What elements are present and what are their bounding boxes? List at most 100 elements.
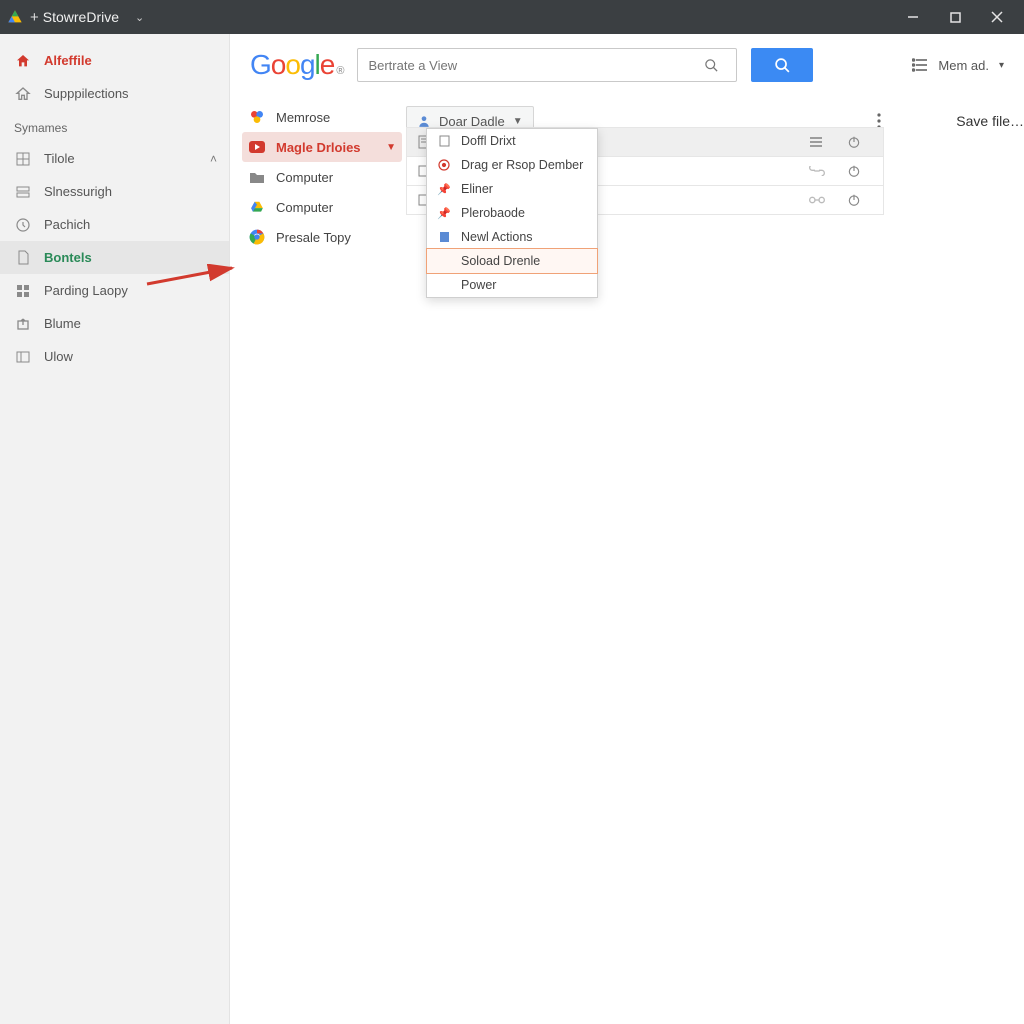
sidebar-item-label: Supppilections [44, 86, 129, 101]
drive-item-magle-drloies[interactable]: Magle Drloies ▼ [242, 132, 402, 162]
sidebar-item-label: Ulow [44, 349, 73, 364]
sidebar-item-label: Tilole [44, 151, 75, 166]
account-dropdown-icon[interactable]: ▾ [999, 60, 1004, 71]
logo-trademark: ® [336, 65, 343, 77]
home-icon [14, 52, 32, 70]
drive-item-label: Magle Drloies [276, 140, 361, 155]
menu-item[interactable]: Drag er Rsop Dember [427, 153, 597, 177]
sidebar-item-label: Blume [44, 316, 81, 331]
content-area: Google® Mem ad. ▾ Memrose Ma [230, 34, 1024, 1024]
export-icon [14, 315, 32, 333]
header: Google® Mem ad. ▾ [230, 34, 1024, 88]
drive-tree: Memrose Magle Drloies ▼ Computer Compute… [242, 102, 402, 252]
power-icon[interactable] [847, 135, 873, 149]
folder-icon [248, 168, 266, 186]
youtube-icon [248, 138, 266, 156]
menu-item-highlighted[interactable]: Soload Drenle [426, 248, 598, 274]
person-icon [417, 114, 431, 128]
menu-item-label: Soload Drenle [461, 254, 540, 268]
target-icon [437, 158, 451, 172]
drive-item-presale-topy[interactable]: Presale Topy [242, 222, 402, 252]
drive-item-computer-1[interactable]: Computer [242, 162, 402, 192]
window-close-button[interactable] [976, 0, 1018, 34]
menu-item[interactable]: 📌 Eliner [427, 177, 597, 201]
caret-down-icon: ▼ [386, 142, 396, 153]
menu-item[interactable]: Power [427, 273, 597, 297]
sidebar-section-label: Symames [14, 121, 67, 135]
menu-item-label: Newl Actions [461, 230, 533, 244]
search-button[interactable] [751, 48, 813, 82]
page-icon [437, 134, 451, 148]
squares-icon [14, 282, 32, 300]
sidebar-item-suppilections[interactable]: Supppilections [0, 77, 229, 110]
window-maximize-button[interactable] [934, 0, 976, 34]
chevron-up-icon: ˄ [210, 152, 217, 166]
drive-item-label: Computer [276, 200, 333, 215]
list-view-icon[interactable] [912, 58, 928, 72]
new-tab-plus-icon[interactable]: + [30, 9, 39, 26]
drive-item-label: Memrose [276, 110, 330, 125]
caret-down-icon: ▼ [513, 116, 523, 127]
window-titlebar: + StowreDrive ⌄ [0, 0, 1024, 34]
menu-item-label: Drag er Rsop Dember [461, 158, 583, 172]
clock-icon [14, 216, 32, 234]
menu-item[interactable]: 📌 Plerobaode [427, 201, 597, 225]
menu-item-label: Power [461, 278, 496, 292]
menu-item[interactable]: Newl Actions [427, 225, 597, 249]
drive-item-label: Computer [276, 170, 333, 185]
chrome-icon [248, 228, 266, 246]
sidebar-item-label: Slnessurigh [44, 184, 112, 199]
search-icon[interactable] [704, 58, 736, 73]
drive-icon [248, 198, 266, 216]
menu-item[interactable]: Doffl Drixt [427, 129, 597, 153]
sidebar-item-label: Alfeffile [44, 53, 92, 68]
search-icon [774, 57, 791, 74]
sidebar-item-pachich[interactable]: Pachich [0, 208, 229, 241]
sidebar-item-label: Bontels [44, 250, 92, 265]
sidebar-item-ulow[interactable]: Ulow [0, 340, 229, 373]
link-icon[interactable] [809, 195, 835, 205]
sidebar-item-alfeffile[interactable]: Alfeffile [0, 44, 229, 77]
minimize-icon [907, 11, 919, 23]
window-minimize-button[interactable] [892, 0, 934, 34]
panel-icon [14, 348, 32, 366]
context-menu: Doffl Drixt Drag er Rsop Dember 📌 Eliner… [426, 128, 598, 298]
maximize-icon [950, 12, 961, 23]
home-outline-icon [14, 85, 32, 103]
drive-item-label: Presale Topy [276, 230, 351, 245]
link-icon[interactable] [809, 166, 835, 176]
sidebar-item-blume[interactable]: Blume [0, 307, 229, 340]
menu-item-label: Plerobaode [461, 206, 525, 220]
menu-item-label: Eliner [461, 182, 493, 196]
close-icon [991, 11, 1003, 23]
doc-icon [14, 249, 32, 267]
grid-icon [14, 150, 32, 168]
power-icon[interactable] [847, 193, 873, 207]
sidebar-section-heading: Symames [0, 114, 229, 142]
pin-icon: 📌 [437, 206, 451, 220]
rows-icon [14, 183, 32, 201]
window-title: StowreDrive [43, 9, 119, 25]
tab-dropdown-icon[interactable]: ⌄ [135, 11, 144, 24]
sidebar-item-label: Parding Laopy [44, 283, 128, 298]
account-label[interactable]: Mem ad. [938, 58, 989, 73]
drive-item-memrose[interactable]: Memrose [242, 102, 402, 132]
photos-icon [248, 108, 266, 126]
pin-icon: 📌 [437, 182, 451, 196]
doc-icon [437, 230, 451, 244]
sidebar-item-label: Pachich [44, 217, 90, 232]
sidebar-item-bontels[interactable]: Bontels [0, 241, 229, 274]
sidebar: Alfeffile Supppilections Symames Tilole … [0, 34, 230, 1024]
row-menu-icon[interactable] [809, 136, 835, 148]
power-icon[interactable] [847, 164, 873, 178]
app-logo-icon [6, 8, 24, 26]
search-input[interactable] [358, 58, 704, 73]
menu-item-label: Doffl Drixt [461, 134, 516, 148]
sidebar-item-tilole[interactable]: Tilole ˄ [0, 142, 229, 175]
save-file-link[interactable]: Save file… [956, 113, 1024, 129]
drive-item-computer-2[interactable]: Computer [242, 192, 402, 222]
google-logo: Google® [250, 49, 343, 81]
search-box[interactable] [357, 48, 737, 82]
sidebar-item-slnessurigh[interactable]: Slnessurigh [0, 175, 229, 208]
sidebar-item-parding-laopy[interactable]: Parding Laopy [0, 274, 229, 307]
